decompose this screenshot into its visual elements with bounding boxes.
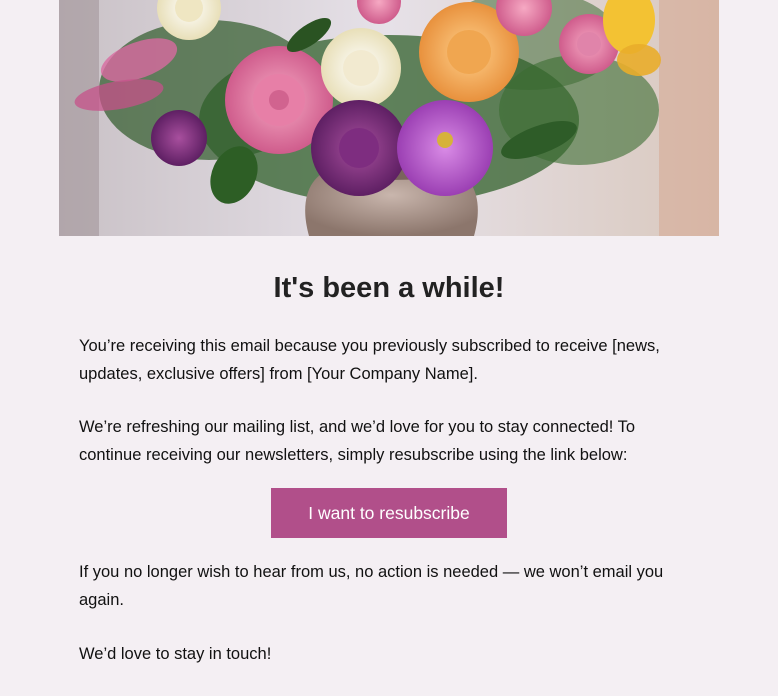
closing-paragraph: We’d love to stay in touch! [79, 645, 272, 663]
email-headline: It's been a while! [273, 272, 505, 304]
bouquet-illustration [59, 0, 719, 236]
hero-image-flower-bouquet [59, 0, 719, 236]
no-action-paragraph: If you no longer wish to hear from us, n… [79, 563, 664, 609]
intro-paragraph: You’re receiving this email because you … [79, 337, 660, 383]
cta-container: I want to resubscribe [59, 488, 719, 538]
refresh-paragraph: We’re refreshing our mailing list, and w… [79, 418, 636, 464]
resubscribe-button[interactable]: I want to resubscribe [271, 488, 507, 538]
